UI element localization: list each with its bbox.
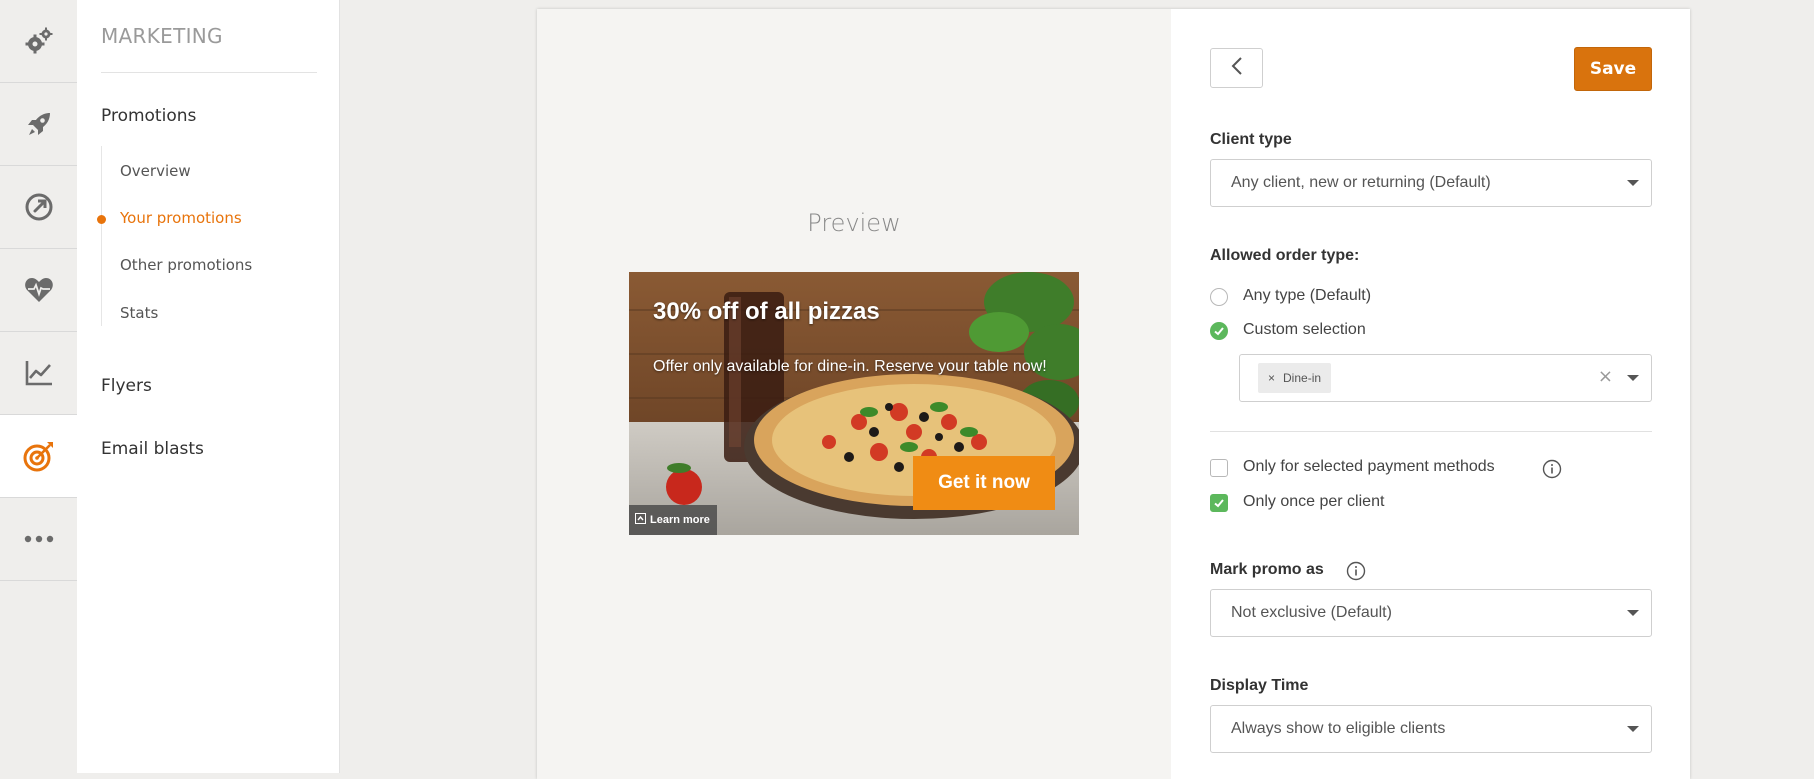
chevron-down-icon[interactable]	[1627, 375, 1639, 381]
order-type-multiselect[interactable]: × Dine-in ×	[1239, 354, 1652, 402]
line-chart-icon	[23, 357, 55, 389]
marketing-subnav: MARKETING Promotions Overview Your promo…	[77, 0, 340, 773]
active-indicator-dot	[97, 215, 106, 224]
banner-headline: 30% off of all pizzas	[653, 298, 880, 325]
client-type-select[interactable]: Any client, new or returning (Default)	[1210, 159, 1652, 207]
order-type-label: Allowed order type:	[1210, 247, 1360, 264]
rocket-icon	[23, 108, 55, 140]
preview-title: Preview	[807, 209, 901, 237]
radio-custom-selection[interactable]	[1210, 322, 1228, 340]
checkbox-once-per-client[interactable]	[1210, 494, 1228, 512]
display-time-select[interactable]: Always show to eligible clients	[1210, 705, 1652, 753]
tag-dine-in: × Dine-in	[1258, 363, 1332, 393]
mark-promo-select[interactable]: Not exclusive (Default)	[1210, 589, 1652, 637]
rail-item-dashboard[interactable]	[0, 166, 77, 249]
tag-label: Dine-in	[1283, 371, 1322, 385]
more-dots-icon	[23, 534, 55, 544]
radio-any-type[interactable]	[1210, 288, 1228, 306]
learn-more-button[interactable]: Learn more	[629, 505, 717, 535]
clear-icon[interactable]: ×	[1598, 366, 1613, 387]
learn-more-label: Learn more	[650, 514, 710, 526]
rail-item-settings[interactable]	[0, 0, 77, 83]
chevron-down-icon	[1627, 180, 1639, 186]
checkmark-icon	[1214, 327, 1224, 336]
chevron-left-icon	[1231, 57, 1243, 79]
banner-description: Offer only available for dine-in. Reserv…	[653, 358, 1047, 375]
info-icon[interactable]	[1542, 459, 1562, 483]
client-type-label: Client type	[1210, 131, 1292, 148]
checkbox-payment-methods-label[interactable]: Only for selected payment methods	[1243, 458, 1495, 476]
info-icon[interactable]	[1346, 561, 1366, 585]
client-type-value: Any client, new or returning (Default)	[1231, 174, 1491, 191]
rail-item-launch[interactable]	[0, 83, 77, 166]
rail-item-health[interactable]	[0, 249, 77, 332]
chevron-down-icon	[1627, 610, 1639, 616]
promotion-editor-card: Preview 30% off of all pizzas Offer only…	[537, 9, 1690, 779]
mark-promo-label: Mark promo as	[1210, 561, 1324, 578]
preview-pane: Preview 30% off of all pizzas Offer only…	[537, 9, 1171, 779]
mark-promo-value: Not exclusive (Default)	[1231, 604, 1392, 621]
rail-item-more[interactable]	[0, 498, 77, 581]
display-time-value: Always show to eligible clients	[1231, 720, 1446, 737]
subnav-divider	[101, 72, 317, 73]
gears-icon	[23, 25, 55, 57]
radio-custom-selection-label[interactable]: Custom selection	[1243, 321, 1366, 339]
display-time-label: Display Time	[1210, 677, 1309, 694]
nav-section-email-blasts[interactable]: Email blasts	[101, 439, 204, 459]
checkbox-once-per-client-label[interactable]: Only once per client	[1243, 493, 1384, 511]
checkbox-payment-methods[interactable]	[1210, 459, 1228, 477]
banner-cta-button[interactable]: Get it now	[913, 456, 1055, 510]
subnav-title: MARKETING	[101, 24, 223, 48]
save-button[interactable]: Save	[1574, 47, 1652, 91]
promotion-settings-form: Save Client type Any client, new or retu…	[1171, 9, 1690, 779]
expand-icon	[635, 513, 646, 527]
nav-section-promotions[interactable]: Promotions	[101, 106, 196, 126]
speedometer-icon	[23, 191, 55, 223]
rail-item-analytics[interactable]	[0, 332, 77, 415]
nav-item-other-promotions[interactable]: Other promotions	[120, 256, 252, 274]
checkmark-icon	[1214, 499, 1224, 508]
nav-tree-line	[101, 146, 102, 326]
nav-item-your-promotions[interactable]: Your promotions	[120, 209, 242, 227]
promo-banner: 30% off of all pizzas Offer only availab…	[629, 272, 1079, 535]
icon-rail	[0, 0, 78, 773]
rail-item-marketing[interactable]	[0, 415, 77, 498]
radio-any-type-label[interactable]: Any type (Default)	[1243, 287, 1371, 305]
nav-item-overview[interactable]: Overview	[120, 162, 191, 180]
tag-remove-icon[interactable]: ×	[1268, 371, 1275, 385]
heartbeat-icon	[23, 274, 55, 306]
nav-item-stats[interactable]: Stats	[120, 304, 158, 322]
section-divider	[1210, 431, 1652, 432]
target-icon	[22, 439, 56, 473]
nav-section-flyers[interactable]: Flyers	[101, 376, 152, 396]
chevron-down-icon	[1627, 726, 1639, 732]
back-button[interactable]	[1210, 48, 1263, 88]
